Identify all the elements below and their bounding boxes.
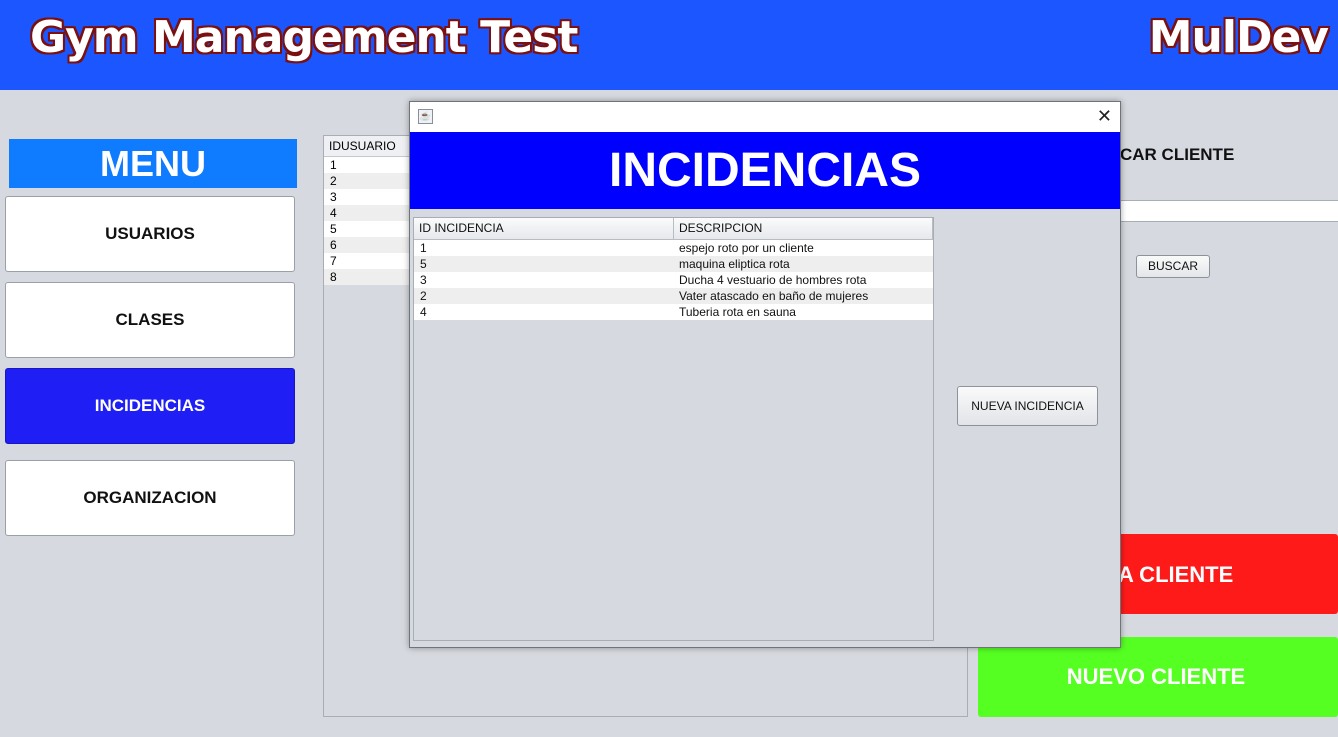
users-table-header[interactable]: IDUSUARIO: [324, 136, 420, 157]
java-app-icon: ☕: [418, 109, 433, 124]
dialog-title: INCIDENCIAS: [410, 132, 1120, 209]
delete-client-label: A CLIENTE: [1118, 562, 1234, 587]
table-row[interactable]: 5 maquina eliptica rota: [414, 256, 933, 272]
cell-id: 1: [420, 241, 427, 255]
cell-descripcion: Ducha 4 vestuario de hombres rota: [679, 273, 867, 287]
users-table-row[interactable]: 5: [324, 221, 416, 237]
menu-incidencias-button[interactable]: INCIDENCIAS: [5, 368, 295, 444]
users-table-row[interactable]: 8: [324, 269, 416, 285]
cell-id: 5: [420, 257, 427, 271]
cell-id: 3: [420, 273, 427, 287]
users-table-row[interactable]: 2: [324, 173, 416, 189]
dialog-titlebar[interactable]: ☕ ✕: [410, 102, 1120, 132]
users-table-row[interactable]: 3: [324, 189, 416, 205]
cell-id: 4: [420, 305, 427, 319]
cell-descripcion: espejo roto por un cliente: [679, 241, 814, 255]
cell-descripcion: Vater atascado en baño de mujeres: [679, 289, 869, 303]
close-icon[interactable]: ✕: [1097, 106, 1112, 126]
search-client-label: CAR CLIENTE: [1120, 145, 1235, 164]
incidencias-table[interactable]: ID INCIDENCIA DESCRIPCION 1 espejo roto …: [413, 217, 934, 641]
table-row[interactable]: 3 Ducha 4 vestuario de hombres rota: [414, 272, 933, 288]
column-header-id[interactable]: ID INCIDENCIA: [414, 218, 674, 239]
users-table-row[interactable]: 1: [324, 157, 416, 173]
app-header: Gym Management Test MulDev: [0, 0, 1338, 90]
column-header-descripcion[interactable]: DESCRIPCION: [674, 218, 933, 239]
brand-logo: MulDev: [1148, 12, 1329, 63]
new-incidencia-button[interactable]: NUEVA INCIDENCIA: [957, 386, 1098, 426]
users-table-row[interactable]: 7: [324, 253, 416, 269]
users-table-row[interactable]: 4: [324, 205, 416, 221]
cell-id: 2: [420, 289, 427, 303]
incidencias-dialog: ☕ ✕ INCIDENCIAS ID INCIDENCIA DESCRIPCIO…: [409, 101, 1121, 648]
app-title: Gym Management Test: [30, 12, 578, 63]
cell-descripcion: Tuberia rota en sauna: [679, 305, 796, 319]
table-row[interactable]: 1 espejo roto por un cliente: [414, 240, 933, 256]
table-row[interactable]: 4 Tuberia rota en sauna: [414, 304, 933, 320]
table-row[interactable]: 2 Vater atascado en baño de mujeres: [414, 288, 933, 304]
new-client-button[interactable]: NUEVO CLIENTE: [978, 637, 1338, 717]
incidencias-table-header: ID INCIDENCIA DESCRIPCION: [414, 218, 933, 240]
menu-title: MENU: [9, 139, 297, 188]
menu-clases-button[interactable]: CLASES: [5, 282, 295, 358]
search-button[interactable]: BUSCAR: [1136, 255, 1210, 278]
cell-descripcion: maquina eliptica rota: [679, 257, 790, 271]
search-client-input[interactable]: [1120, 200, 1338, 222]
menu-usuarios-button[interactable]: USUARIOS: [5, 196, 295, 272]
users-table-row[interactable]: 6: [324, 237, 416, 253]
menu-organizacion-button[interactable]: ORGANIZACION: [5, 460, 295, 536]
